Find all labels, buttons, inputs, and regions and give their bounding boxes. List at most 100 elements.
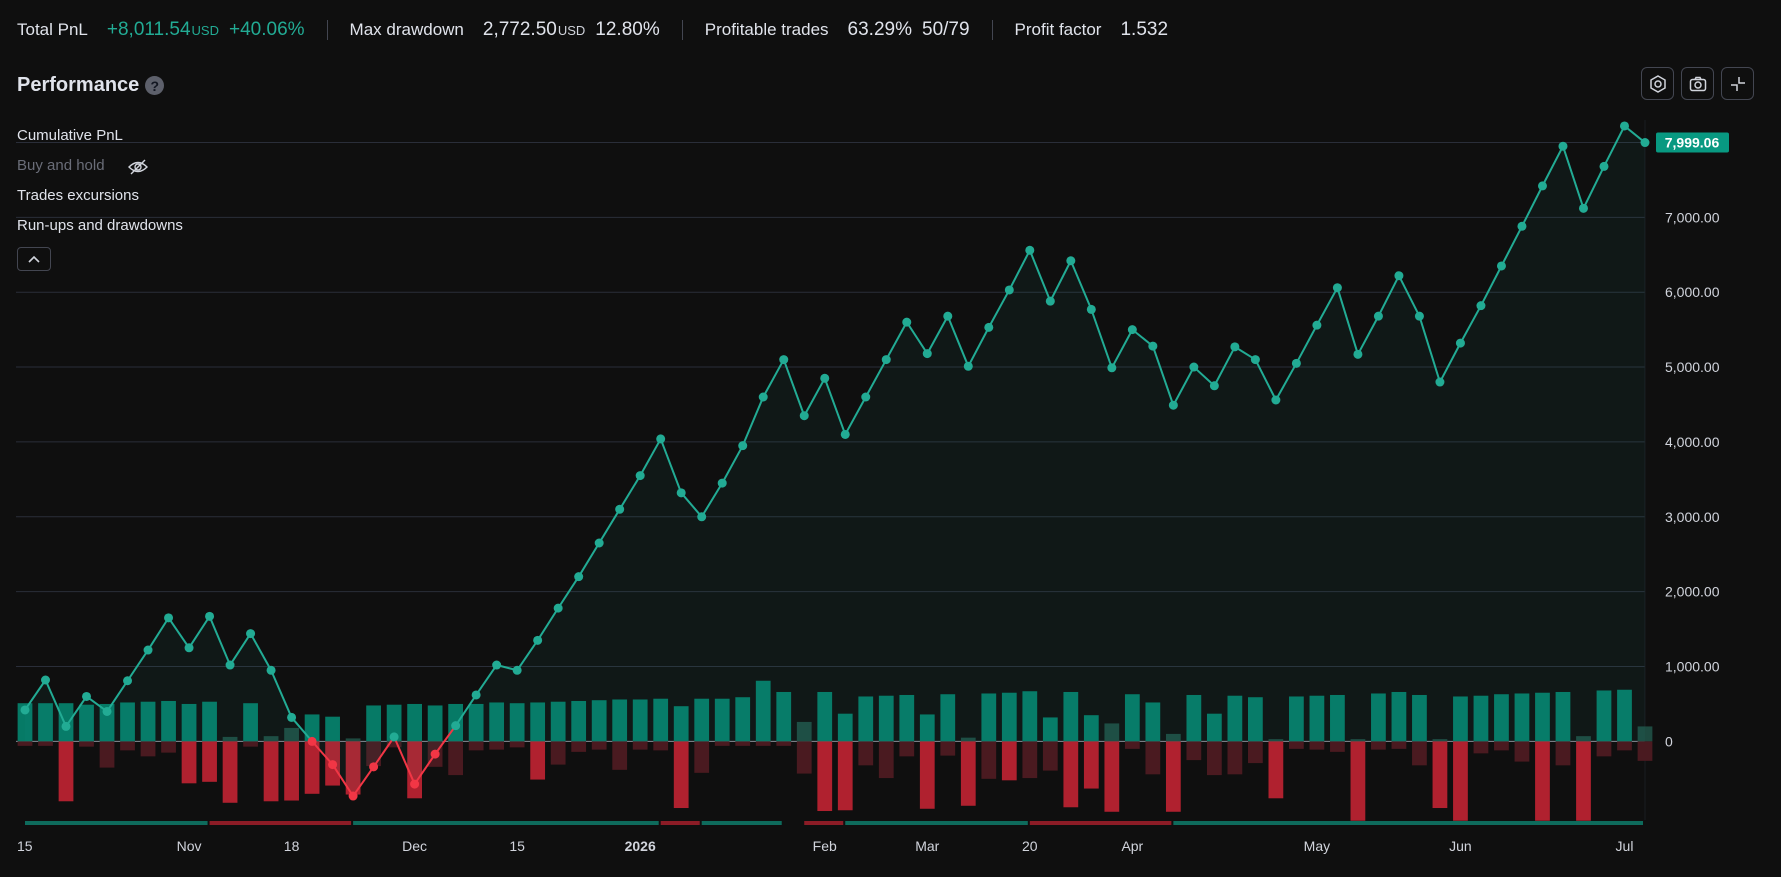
drawdown-bar (612, 741, 628, 770)
drawdown-bar (38, 741, 53, 746)
pnl-point (1558, 141, 1568, 151)
runup-bar (407, 703, 423, 742)
pnl-point (1209, 381, 1219, 391)
pnl-point (61, 721, 71, 731)
pnl-point (123, 676, 133, 686)
pnl-point (348, 791, 358, 801)
drawdown-bar (1453, 741, 1468, 821)
drawdown-bar (1514, 741, 1530, 762)
pnl-point (1230, 342, 1240, 352)
drawdown-bar (796, 741, 812, 774)
pnl-point (389, 732, 399, 742)
pnl-point (676, 488, 686, 498)
x-tick-label: Apr (1121, 838, 1143, 854)
timeline-segment (1029, 821, 1172, 825)
drawdown-bar (1001, 741, 1017, 781)
drawdown-bar (448, 741, 464, 776)
pnl-point (1537, 181, 1547, 191)
y-tick-label: 1,000.00 (1665, 659, 1720, 675)
drawdown-bar (1350, 741, 1366, 821)
drawdown-bar (919, 741, 935, 809)
timeline-segment (1173, 821, 1643, 825)
pnl-point (205, 611, 215, 621)
drawdown-bar (981, 741, 997, 779)
drawdown-bar (653, 741, 669, 751)
drawdown-bar (1042, 741, 1058, 771)
drawdown-bar (17, 741, 33, 746)
x-tick-label: Feb (813, 838, 837, 854)
timeline-segment (25, 821, 208, 825)
pnl-point (1578, 203, 1588, 213)
y-tick-label: 5,000.00 (1665, 359, 1720, 375)
pnl-point (471, 690, 481, 700)
x-tick-label: Jun (1449, 838, 1472, 854)
drawdown-bar (899, 741, 915, 757)
pnl-point (287, 712, 297, 722)
pnl-point (758, 392, 768, 402)
drawdown-bar (776, 741, 792, 746)
drawdown-bar (1145, 741, 1161, 775)
pnl-point (1271, 395, 1281, 405)
drawdown-bar (858, 741, 874, 766)
drawdown-bar (1412, 741, 1427, 766)
pnl-point (82, 691, 92, 701)
runup-bar (427, 705, 443, 742)
drawdown-bar (489, 741, 505, 750)
pnl-point (492, 660, 502, 670)
pnl-point (902, 317, 912, 327)
drawdown-bar (1165, 741, 1181, 812)
x-tick-label: Mar (915, 838, 939, 854)
performance-chart[interactable]: 7,000.00 6,000.00 5,000.00 4,000.00 3,000.00… (0, 0, 1781, 877)
pnl-point (1435, 377, 1445, 387)
drawdown-bar (940, 741, 956, 756)
drawdown-bar (694, 741, 710, 773)
pnl-point (840, 429, 850, 439)
pnl-point (881, 355, 891, 365)
pnl-area (25, 125, 1645, 797)
drawdown-bar (632, 741, 648, 750)
pnl-point (1168, 400, 1178, 410)
drawdown-bar (222, 741, 238, 803)
pnl-point (1312, 320, 1322, 330)
pnl-point (738, 441, 748, 451)
x-tick-label: 15 (509, 838, 525, 854)
pnl-point (1517, 221, 1527, 231)
pnl-point (369, 762, 379, 772)
timeline-segment (660, 821, 700, 825)
x-tick-label: 18 (284, 838, 300, 854)
drawdown-bar (714, 741, 730, 746)
x-tick-label: 15 (17, 838, 33, 854)
drawdown-bar (1535, 741, 1550, 821)
drawdown-bar (591, 741, 607, 750)
pnl-point (1414, 311, 1424, 321)
pnl-point (1045, 296, 1055, 306)
timeline-segment (845, 821, 1028, 825)
y-tick-label: 2,000.00 (1665, 584, 1720, 600)
pnl-point (656, 434, 666, 444)
pnl-point (1004, 285, 1014, 295)
timeline-segment (209, 821, 352, 825)
drawdown-bar (817, 741, 833, 812)
drawdown-bar (284, 741, 299, 801)
pnl-point (553, 603, 563, 613)
pnl-point (1455, 338, 1465, 348)
pnl-point (574, 572, 584, 582)
pnl-point (143, 645, 153, 655)
drawdown-bar (1309, 741, 1325, 750)
pnl-point (697, 512, 707, 522)
x-tick-label: 20 (1022, 838, 1038, 854)
pnl-point (799, 411, 809, 421)
pnl-point (512, 665, 522, 675)
pnl-point (102, 706, 112, 716)
drawdown-bar (1494, 741, 1509, 751)
x-tick-label: 2026 (625, 838, 656, 854)
pnl-point (1496, 261, 1506, 271)
drawdown-bar (263, 741, 279, 802)
drawdown-bar (120, 741, 135, 751)
pnl-point (225, 660, 235, 670)
drawdown-bar (1576, 741, 1591, 821)
pnl-point (1291, 358, 1301, 368)
timeline-segment (804, 821, 844, 825)
drawdown-bar (1268, 741, 1284, 799)
pnl-point (1250, 355, 1260, 365)
